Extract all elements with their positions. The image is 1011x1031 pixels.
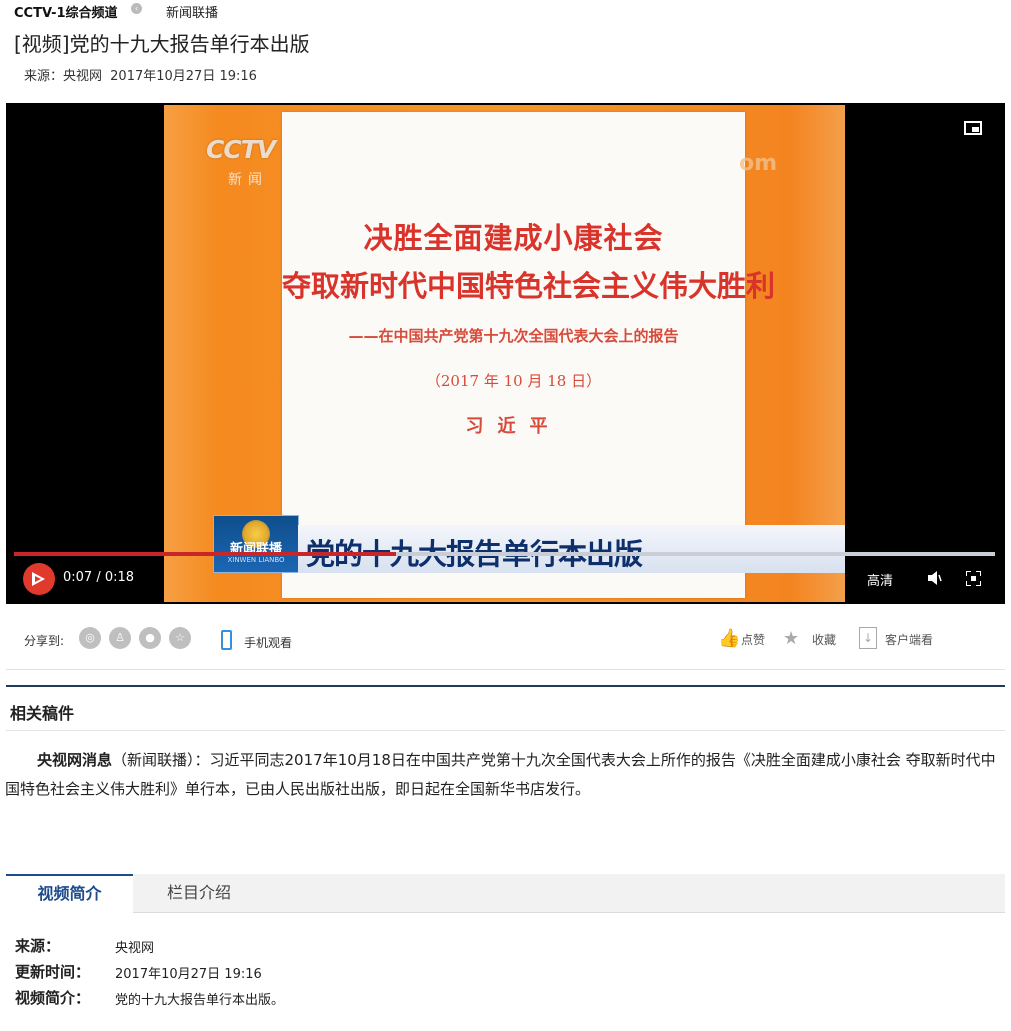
- fullscreen-icon[interactable]: [966, 571, 981, 586]
- source-text: 来源：央视网: [24, 69, 103, 84]
- tab-bar: 视频简介 栏目介绍: [6, 874, 1005, 913]
- column-link[interactable]: 新闻联播: [166, 2, 218, 21]
- quality-button[interactable]: 高清: [867, 570, 893, 589]
- watermark-text: om: [739, 151, 778, 176]
- share-label: 分享到:: [24, 634, 65, 648]
- cover-line-2: 夺取新时代中国特色社会主义伟大胜利: [282, 269, 776, 303]
- page-title: [视频]党的十九大报告单行本出版: [14, 32, 310, 56]
- section-divider: [6, 685, 1005, 687]
- cover-date: （2017 年 10 月 18 日）: [425, 372, 602, 390]
- thumbs-up-icon[interactable]: 👍: [718, 629, 740, 649]
- article-text: （新闻联播）：习近平同志2017年10月18日在中国共产党第十九次全国代表大会上…: [5, 751, 996, 798]
- cctv-logo: CCTV: [206, 135, 276, 164]
- news-banner: 党的十九大报告单行本出版: [298, 525, 845, 573]
- client-watch-button[interactable]: 客户端看: [885, 631, 933, 648]
- cover-author: 习近平: [465, 416, 562, 437]
- tab-video-intro[interactable]: 视频简介: [6, 874, 133, 913]
- video-player[interactable]: 决胜全面建成小康社会 夺取新时代中国特色社会主义伟大胜利 ——在中国共产党第十九…: [6, 103, 1005, 604]
- wechat-icon[interactable]: ●: [139, 627, 161, 649]
- channel-link[interactable]: CCTV-1综合频道: [14, 2, 118, 21]
- mobile-phone-icon[interactable]: [221, 630, 232, 650]
- weibo-icon[interactable]: ◎: [79, 627, 101, 649]
- collect-button[interactable]: 收藏: [812, 631, 836, 648]
- cctv-logo-sub: 新闻: [228, 172, 268, 188]
- chevron-left-icon: ‹: [131, 3, 142, 14]
- cover-subtitle: ——在中国共产党第十九次全国代表大会上的报告: [348, 327, 679, 345]
- tab-column-intro[interactable]: 栏目介绍: [134, 874, 264, 912]
- download-icon[interactable]: ↓: [859, 627, 877, 649]
- time-display: 0:07 / 0:18: [63, 570, 135, 585]
- play-button[interactable]: [23, 563, 55, 595]
- divider: [6, 669, 1005, 670]
- star-icon[interactable]: ★: [783, 629, 799, 649]
- progress-fill: [14, 552, 396, 556]
- info-updated-key: 更新时间：: [15, 963, 91, 981]
- info-source-key: 来源：: [15, 937, 61, 955]
- picture-in-picture-icon[interactable]: [964, 121, 982, 135]
- info-intro-key: 视频简介：: [15, 989, 91, 1007]
- volume-icon[interactable]: [928, 571, 942, 585]
- like-button[interactable]: 点赞: [741, 631, 765, 648]
- mobile-watch-link[interactable]: 手机观看: [244, 634, 292, 651]
- favorite-star-icon[interactable]: ☆: [169, 627, 191, 649]
- video-frame: 决胜全面建成小康社会 夺取新时代中国特色社会主义伟大胜利 ——在中国共产党第十九…: [164, 105, 845, 602]
- info-source-value: 央视网: [115, 941, 155, 956]
- divider: [6, 730, 1005, 731]
- article-lead: 央视网消息: [37, 751, 113, 769]
- progress-bar[interactable]: [14, 552, 995, 556]
- article-meta: 来源：央视网 2017年10月27日 19:16: [24, 65, 261, 84]
- publish-datetime: 2017年10月27日 19:16: [110, 69, 257, 84]
- info-intro-value: 党的十九大报告单行本出版。: [115, 993, 285, 1008]
- related-heading: 相关稿件: [10, 704, 75, 723]
- article-body: 央视网消息（新闻联播）：习近平同志2017年10月18日在中国共产党第十九次全国…: [5, 746, 1004, 804]
- badge-en-text: XINWEN LIANBO: [227, 556, 285, 564]
- qq-icon[interactable]: ♙: [109, 627, 131, 649]
- info-updated-value: 2017年10月27日 19:16: [115, 967, 262, 982]
- xinwen-lianbo-logo: 新闻联播 XINWEN LIANBO: [213, 515, 299, 573]
- cover-line-1: 决胜全面建成小康社会: [363, 221, 664, 255]
